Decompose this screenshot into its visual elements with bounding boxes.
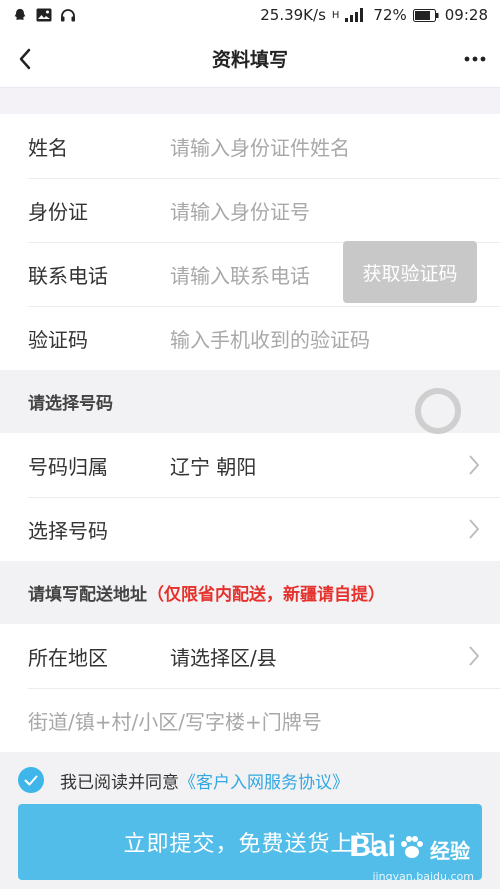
number-region-row[interactable]: 号码归属 辽宁 朝阳 xyxy=(0,433,500,497)
select-number-label: 选择号码 xyxy=(28,518,108,543)
number-region-label: 号码归属 xyxy=(28,454,108,479)
agreement-checkbox[interactable] xyxy=(18,767,44,793)
personal-info-group: 姓名 请输入身份证件姓名 身份证 请输入身份证号 联系电话 请输入联系电话 获取… xyxy=(0,114,500,370)
back-button[interactable] xyxy=(0,30,50,88)
address-section-title: 请填写配送地址 xyxy=(28,585,147,605)
chevron-right-icon xyxy=(469,455,480,475)
address-section-header: 请填写配送地址 （仅限省内配送，新疆请自提） xyxy=(0,561,500,624)
select-number-row[interactable]: 选择号码 xyxy=(0,497,500,561)
status-bar: 25.39K/s H 72% 09:28 xyxy=(0,0,500,30)
agreement-text: 我已阅读并同意 xyxy=(60,772,179,793)
headphones-icon xyxy=(61,9,75,22)
number-region-value: 辽宁 朝阳 xyxy=(170,454,257,479)
chevron-right-icon xyxy=(469,519,480,539)
chevron-right-icon xyxy=(469,646,480,666)
network-speed: 25.39K/s xyxy=(260,6,326,24)
street-input[interactable]: 街道/镇+村/小区/写字楼+门牌号 xyxy=(28,706,322,735)
watermark-suffix: 经验 xyxy=(430,839,470,863)
phone-input[interactable]: 请输入联系电话 xyxy=(170,260,310,289)
name-row[interactable]: 姓名 请输入身份证件姓名 xyxy=(0,114,500,178)
status-right: 25.39K/s H 72% 09:28 xyxy=(260,6,488,24)
network-type: H xyxy=(331,9,340,21)
loading-spinner-icon xyxy=(415,388,461,434)
address-group: 所在地区 请选择区/县 街道/镇+村/小区/写字楼+门牌号 xyxy=(0,624,500,752)
status-left-icons xyxy=(12,8,76,22)
qq-icon xyxy=(14,8,26,20)
code-input[interactable]: 输入手机收到的验证码 xyxy=(170,324,370,353)
image-icon xyxy=(36,8,52,22)
id-label: 身份证 xyxy=(28,199,88,224)
code-label: 验证码 xyxy=(28,327,88,352)
agreement-row: 我已阅读并同意 《客户入网服务协议》 xyxy=(0,752,500,808)
more-dots-icon xyxy=(464,56,486,61)
nav-bar: 资料填写 xyxy=(0,30,500,88)
number-section-title: 请选择号码 xyxy=(28,394,113,414)
battery-icon xyxy=(412,8,439,22)
code-row[interactable]: 验证码 输入手机收到的验证码 xyxy=(0,306,500,370)
phone-label: 联系电话 xyxy=(28,263,108,288)
area-value: 请选择区/县 xyxy=(170,645,277,670)
get-code-button[interactable]: 获取验证码 xyxy=(343,241,477,303)
check-icon xyxy=(24,775,38,785)
address-section-note: （仅限省内配送，新疆请自提） xyxy=(147,585,385,605)
clock: 09:28 xyxy=(444,6,488,24)
battery-percent: 72% xyxy=(373,6,407,24)
watermark-brand: Bai xyxy=(349,830,396,863)
area-label: 所在地区 xyxy=(28,645,108,670)
area-row[interactable]: 所在地区 请选择区/县 xyxy=(0,624,500,688)
paw-icon xyxy=(401,836,423,858)
name-input[interactable]: 请输入身份证件姓名 xyxy=(170,132,350,161)
street-row[interactable]: 街道/镇+村/小区/写字楼+门牌号 xyxy=(0,688,500,752)
baidu-jingyan-watermark: Bai 经验 xyxy=(349,830,470,864)
top-spacer xyxy=(0,88,500,114)
watermark-url: jingyan.baidu.com xyxy=(372,870,474,883)
id-row[interactable]: 身份证 请输入身份证号 xyxy=(0,178,500,242)
signal-icon xyxy=(345,8,364,22)
id-input[interactable]: 请输入身份证号 xyxy=(170,196,310,225)
back-arrow-icon xyxy=(19,48,31,69)
name-label: 姓名 xyxy=(28,135,68,160)
more-button[interactable] xyxy=(450,30,500,88)
agreement-link[interactable]: 《客户入网服务协议》 xyxy=(179,768,349,793)
number-group: 号码归属 辽宁 朝阳 选择号码 xyxy=(0,433,500,561)
page-title: 资料填写 xyxy=(211,49,288,71)
phone-row[interactable]: 联系电话 请输入联系电话 获取验证码 xyxy=(0,241,500,306)
